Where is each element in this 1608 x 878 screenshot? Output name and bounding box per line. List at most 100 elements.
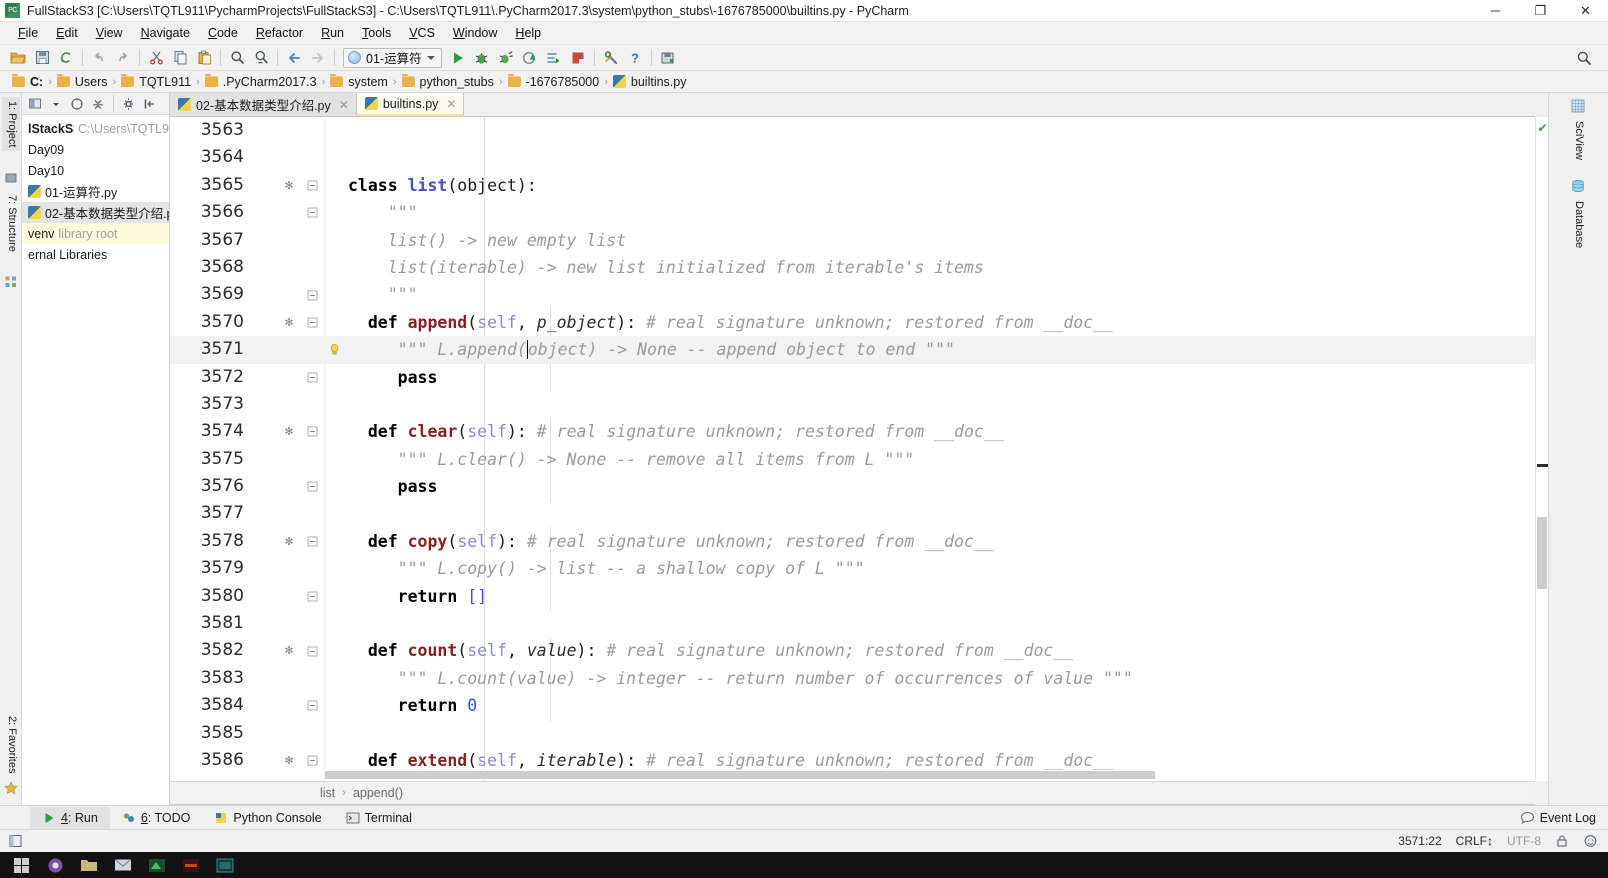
tree-item-6[interactable]: ernal Libraries [22,244,169,265]
sidebar-item-database[interactable]: Database [1569,197,1587,252]
profile-icon[interactable] [518,47,542,69]
inspection-face-icon[interactable] [1583,834,1598,848]
breadcrumb-c[interactable]: C: [8,73,47,91]
override-marker-icon[interactable]: ✻ [282,172,296,199]
close-icon[interactable]: ✕ [446,97,456,111]
code-line-3569[interactable]: 3569 """ [170,281,1535,308]
breadcrumb-1676785000[interactable]: -1676785000 [504,73,604,91]
hscroll-thumb[interactable] [325,771,1155,779]
fold-toggle-icon[interactable] [307,481,321,492]
code-line-3571[interactable]: 3571 """ L.append(object) -> None -- app… [170,336,1535,364]
override-marker-icon[interactable]: ✻ [282,309,296,336]
tree-item-3[interactable]: 01-运算符.py [22,181,169,202]
stop-icon[interactable] [566,47,590,69]
attach-icon[interactable] [542,47,566,69]
replace-icon[interactable] [249,47,273,69]
editor-tab-1[interactable]: builtins.py ✕ [356,93,465,116]
project-view-mode-icon[interactable] [25,94,45,113]
code-line-3581[interactable]: 3581 [170,610,1535,637]
mail-icon[interactable] [106,852,140,878]
code-line-3575[interactable]: 3575 """ L.clear() -> None -- remove all… [170,446,1535,473]
fold-toggle-icon[interactable] [307,426,321,437]
breadcrumb-builtinspy[interactable]: builtins.py [609,73,691,91]
search-everywhere-icon[interactable] [1572,47,1596,69]
open-folder-icon[interactable] [6,47,30,69]
fold-toggle-icon[interactable] [307,700,321,711]
help-icon[interactable]: ? [623,47,647,69]
tree-item-4[interactable]: 02-基本数据类型介绍.p [22,202,169,223]
breadcrumb-pythonstubs[interactable]: python_stubs [398,73,498,91]
breadcrumb-tqtl911[interactable]: TQTL911 [117,73,195,91]
menu-item-edit[interactable]: Edit [47,24,87,42]
code-line-3582[interactable]: 3582 ✻ def count(self, value): # real sig… [170,637,1535,664]
code-line-3579[interactable]: 3579 """ L.copy() -> list -- a shallow c… [170,555,1535,582]
breadcrumb-system[interactable]: system [326,73,392,91]
fold-toggle-icon[interactable] [307,646,321,657]
menu-item-vcs[interactable]: VCS [400,24,444,42]
code-lines[interactable]: 3563 3564 3565 ✻ class list(object): 3566 """… [170,117,1535,770]
line-separator[interactable]: CRLF↕ [1456,834,1493,848]
code-line-3577[interactable]: 3577 [170,500,1535,527]
browser-icon[interactable] [38,852,72,878]
code-line-3568[interactable]: 3568 list(iterable) -> new list initiali… [170,254,1535,281]
cut-icon[interactable] [144,47,168,69]
code-line-3565[interactable]: 3565 ✻ class list(object): [170,172,1535,199]
settings-wrench-icon[interactable] [599,47,623,69]
code-editor[interactable]: 3563 3564 3565 ✻ class list(object): 3566 """… [170,117,1535,781]
minimize-button[interactable]: ─ [1473,0,1518,22]
dropdown-arrow-icon[interactable] [46,94,66,113]
fold-toggle-icon[interactable] [307,207,321,218]
run-configuration-selector[interactable]: 01-运算符 [343,47,442,68]
undo-icon[interactable] [87,47,111,69]
debug-icon[interactable] [470,47,494,69]
code-line-3563[interactable]: 3563 [170,117,1535,144]
fold-toggle-icon[interactable] [307,372,321,383]
editor-marker-bar[interactable]: ✔ [1535,117,1548,781]
code-line-3572[interactable]: 3572 pass [170,364,1535,391]
menu-item-code[interactable]: Code [199,24,247,42]
fold-toggle-icon[interactable] [307,755,321,766]
sync-icon[interactable] [54,47,78,69]
menu-item-run[interactable]: Run [312,24,353,42]
editor-vscroll-thumb[interactable] [1537,517,1547,589]
code-line-3580[interactable]: 3580 return [] [170,583,1535,610]
code-line-3564[interactable]: 3564 [170,144,1535,171]
bottom-tab-terminal[interactable]: Terminal [334,807,424,829]
sidebar-item-sciview[interactable]: SciView [1569,117,1587,164]
bottom-tab-6todo[interactable]: 6: TODO [110,807,203,829]
start-icon[interactable] [4,852,38,878]
code-line-3583[interactable]: 3583 """ L.count(value) -> integer -- re… [170,665,1535,692]
code-line-3576[interactable]: 3576 pass [170,473,1535,500]
run-icon[interactable] [446,47,470,69]
bottom-tab-4run[interactable]: 4: Run [30,806,110,829]
tree-item-5[interactable]: venv library root [22,223,169,244]
fold-toggle-icon[interactable] [307,317,321,328]
breadcrumb-class[interactable]: list [320,786,335,800]
code-line-3574[interactable]: 3574 ✻ def clear(self): # real signature … [170,418,1535,445]
save-all-icon[interactable] [30,47,54,69]
menu-item-navigate[interactable]: Navigate [132,24,199,42]
copy-icon[interactable] [168,47,192,69]
menu-item-refactor[interactable]: Refactor [247,24,312,42]
tree-item-0[interactable]: lStackS3 C:\Users\TQTL9 [22,118,169,139]
breadcrumb-users[interactable]: Users [53,73,112,91]
close-icon[interactable]: ✕ [339,98,349,112]
code-line-3566[interactable]: 3566 """ [170,199,1535,226]
coverage-icon[interactable] [494,47,518,69]
redo-icon[interactable] [111,47,135,69]
gear-icon[interactable] [119,94,139,113]
file-encoding[interactable]: UTF-8 [1507,834,1541,848]
app-green-icon[interactable] [140,852,174,878]
fold-toggle-icon[interactable] [307,536,321,547]
collapse-target-icon[interactable] [67,94,87,113]
show-toolwindows-icon[interactable] [8,834,26,849]
forward-icon[interactable] [306,47,330,69]
fold-toggle-icon[interactable] [307,290,321,301]
editor-tab-0[interactable]: 02-基本数据类型介绍.py ✕ [170,93,357,116]
caret-position[interactable]: 3571:22 [1398,834,1441,848]
event-log-button[interactable]: Event Log [1520,811,1596,825]
menu-item-tools[interactable]: Tools [353,24,400,42]
tree-item-1[interactable]: Day09 [22,139,169,160]
code-line-3570[interactable]: 3570 ✻ def append(self, p_object): # real… [170,309,1535,336]
sidebar-item-project[interactable]: 1: Project [2,97,20,152]
